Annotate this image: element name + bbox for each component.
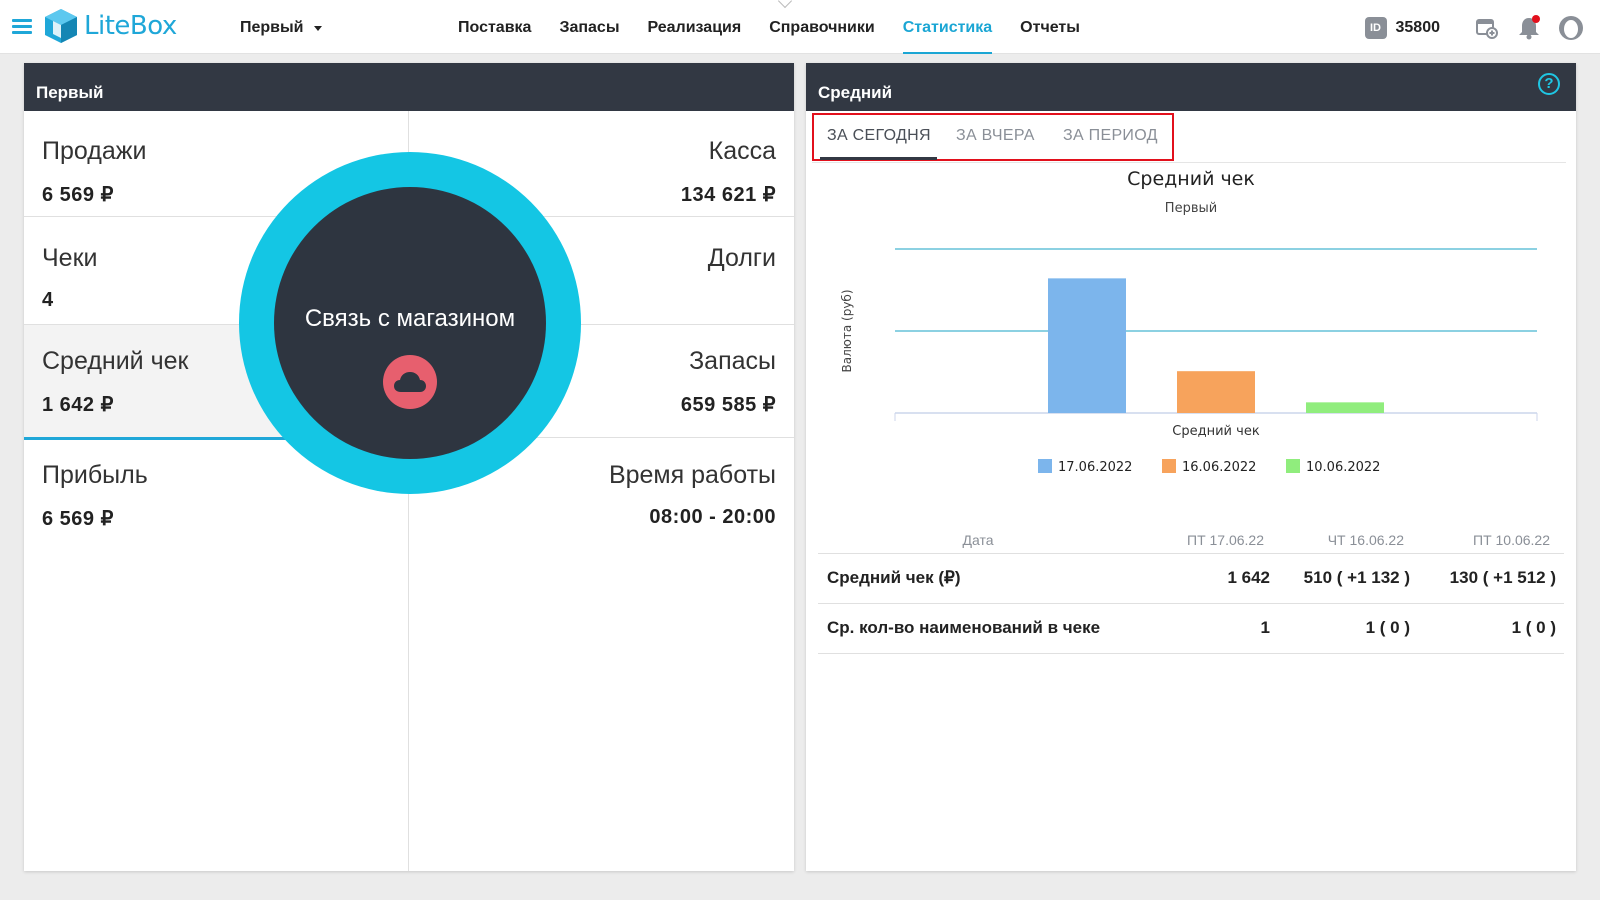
bar-17.06.2022 <box>1048 278 1126 413</box>
cloud-icon <box>394 372 426 392</box>
legend-label: 17.06.2022 <box>1058 460 1132 475</box>
row-label: Средний чек (₽) <box>818 553 1138 604</box>
menu-icon[interactable] <box>12 19 32 35</box>
tab-today[interactable]: ЗА СЕГОДНЯ <box>827 127 931 145</box>
store-summary-panel: Первый Продажи 6 569 ₽ Касса 134 621 ₽ Ч… <box>24 63 794 871</box>
table-cell: 1 642 <box>1138 553 1278 604</box>
legend-swatch <box>1038 459 1052 473</box>
table-header-row: Дата ПТ 17.06.22 ЧТ 16.06.22 ПТ 10.06.22 <box>818 527 1564 554</box>
table-cell: 1 ( 0 ) <box>1418 603 1564 654</box>
logo[interactable]: LiteBox <box>44 8 177 44</box>
nav-postavka[interactable]: Поставка <box>444 0 545 54</box>
tab-yesterday[interactable]: ЗА ВЧЕРА <box>956 127 1035 145</box>
table-cell: 510 ( +1 132 ) <box>1278 553 1418 604</box>
y-axis-label: Валюта (руб) <box>840 290 854 373</box>
nav-otchety[interactable]: Отчеты <box>1006 0 1094 54</box>
stats-table: Дата ПТ 17.06.22 ЧТ 16.06.22 ПТ 10.06.22… <box>818 527 1564 654</box>
cloud-sync-button[interactable] <box>383 355 437 409</box>
column-header: ЧТ 16.06.22 <box>1278 527 1418 554</box>
store-connection-circle: Связь с магазином <box>274 187 546 459</box>
nav-statistika[interactable]: Статистика <box>889 0 1006 54</box>
legend-swatch <box>1286 459 1300 473</box>
bar-16.06.2022 <box>1177 371 1255 413</box>
column-header: ПТ 10.06.22 <box>1418 527 1564 554</box>
metric-value: 08:00 - 20:00 <box>649 506 776 528</box>
bell-icon <box>1519 15 1540 40</box>
nav-zapasy[interactable]: Запасы <box>545 0 633 54</box>
legend-swatch <box>1162 459 1176 473</box>
panel-title: Первый <box>24 63 794 111</box>
nav-realizaciya[interactable]: Реализация <box>633 0 755 54</box>
store-dropdown[interactable]: Первый <box>240 19 322 37</box>
main-nav: Поставка Запасы Реализация Справочники С… <box>444 0 1094 54</box>
header-tools: ID 35800 <box>1364 14 1585 42</box>
store-add-icon[interactable] <box>1474 15 1500 41</box>
metric-title: Касса <box>708 137 776 165</box>
bar-10.06.2022 <box>1306 402 1384 413</box>
user-avatar-icon[interactable] <box>1558 15 1584 41</box>
top-bar: LiteBox Первый Поставка Запасы Реализаци… <box>0 0 1600 54</box>
store-connection-overlay[interactable]: Связь с магазином <box>239 152 581 494</box>
row-label: Ср. кол-во наименований в чеке <box>818 603 1138 654</box>
period-tabs: ЗА СЕГОДНЯ ЗА ВЧЕРА ЗА ПЕРИОД <box>812 113 1566 163</box>
litebox-logo-icon <box>45 9 77 43</box>
table-cell: 130 ( +1 512 ) <box>1418 553 1564 604</box>
table-row: Средний чек (₽) 1 642 510 ( +1 132 ) 130… <box>818 553 1564 604</box>
x-tick-label: Средний чек <box>1172 424 1260 439</box>
store-add-icon-svg <box>1476 19 1498 39</box>
metric-value: 6 569 ₽ <box>42 508 114 530</box>
brand-name: LiteBox <box>84 11 177 41</box>
chart-svg: Валюта (руб) Средний чек 17.06.2022 16.06.2… <box>840 248 1538 475</box>
active-tab-indicator <box>820 157 937 160</box>
average-stats-panel: Средний ? ЗА СЕГОДНЯ ЗА ВЧЕРА ЗА ПЕРИОД … <box>806 63 1576 871</box>
help-icon[interactable]: ? <box>1538 73 1560 95</box>
tab-period[interactable]: ЗА ПЕРИОД <box>1063 127 1158 145</box>
table-row: Ср. кол-во наименований в чеке 1 1 ( 0 )… <box>818 603 1564 654</box>
avatar-icon <box>1559 16 1583 40</box>
legend-label: 16.06.2022 <box>1182 460 1256 475</box>
notifications-bell-icon[interactable] <box>1516 15 1542 41</box>
panel-title-text: Средний <box>818 83 893 102</box>
id-icon: ID <box>1364 17 1387 39</box>
caret-down-icon <box>313 25 322 31</box>
table-cell: 1 ( 0 ) <box>1278 603 1418 654</box>
column-header: Дата <box>818 527 1138 554</box>
user-id-badge: ID 35800 <box>1364 17 1441 39</box>
legend-label: 10.06.2022 <box>1306 460 1380 475</box>
nav-spravochniki[interactable]: Справочники <box>755 0 889 54</box>
store-connection-label: Связь с магазином <box>304 305 516 332</box>
store-dropdown-label: Первый <box>240 19 304 36</box>
panel-title: Средний ? <box>806 63 1576 111</box>
user-id: 35800 <box>1395 19 1441 36</box>
metric-title: Продажи <box>42 137 147 165</box>
table-cell: 1 <box>1138 603 1278 654</box>
column-header: ПТ 17.06.22 <box>1138 527 1278 554</box>
